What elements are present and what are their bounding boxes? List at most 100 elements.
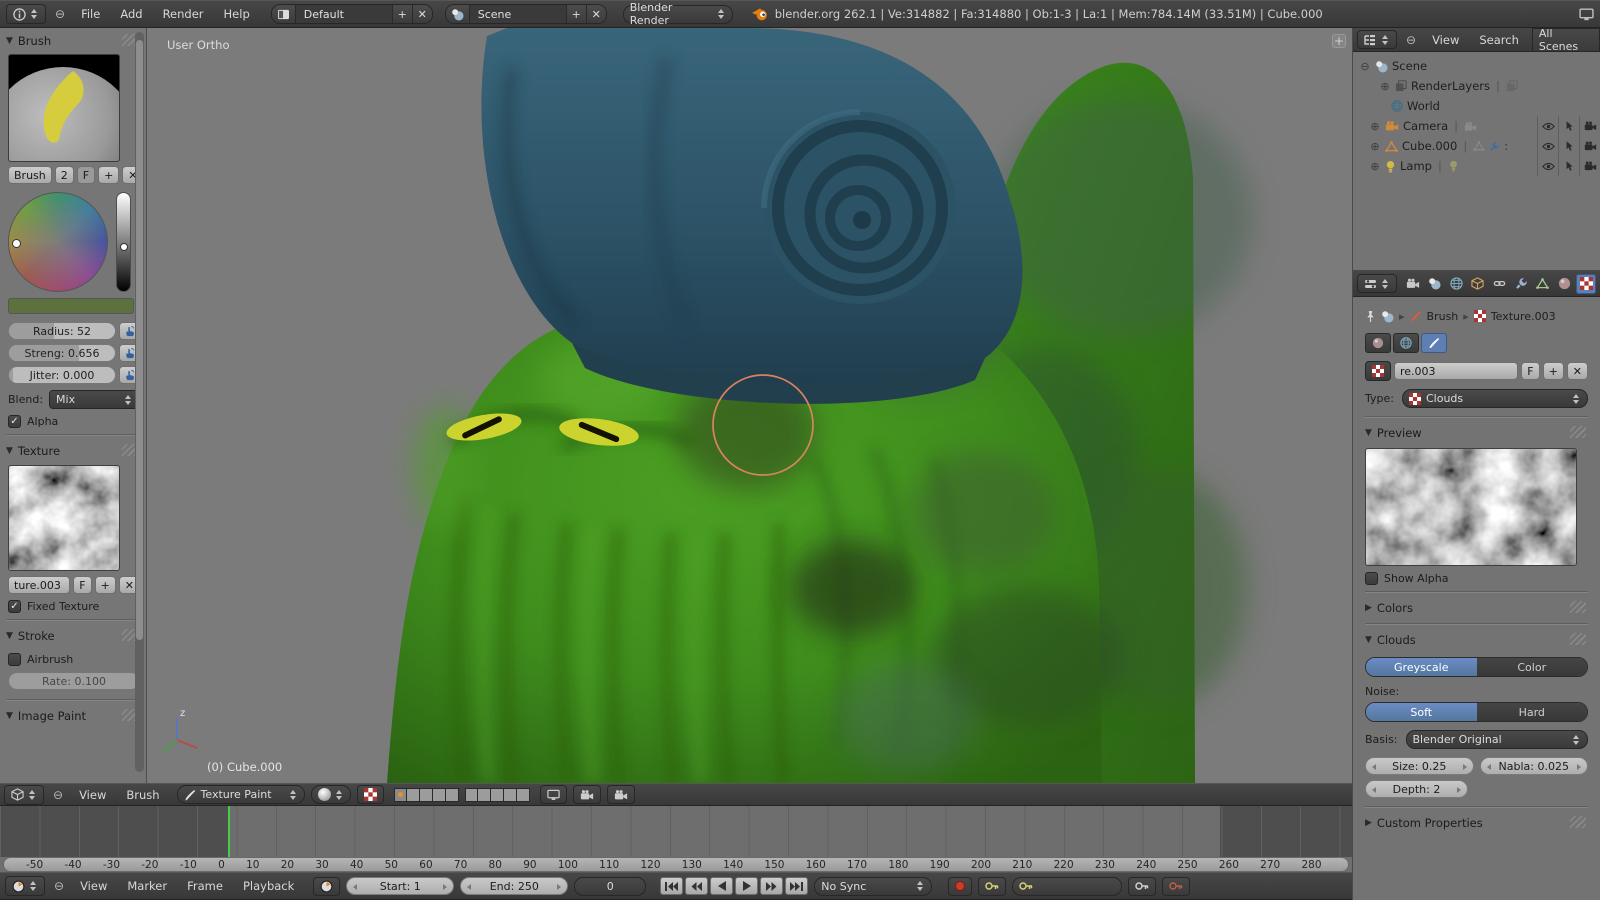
snap-element-button[interactable] (540, 785, 567, 804)
menu-brush[interactable]: Brush (119, 788, 166, 802)
collapse-menus-icon[interactable]: ⊖ (1403, 33, 1419, 47)
value-slider-cursor[interactable] (120, 243, 128, 251)
timeline-menu-marker[interactable]: Marker (120, 879, 174, 893)
visibility-toggle[interactable] (1537, 116, 1558, 136)
breadcrumb-texture[interactable]: Texture.003 (1491, 310, 1556, 323)
opengl-render-still-button[interactable] (573, 785, 601, 804)
texture-name-field[interactable]: ture.003 (8, 576, 70, 594)
brush-name-field[interactable]: Brush (8, 166, 52, 184)
timeline-frame-numbers[interactable]: -50-40-30-20-100102030405060708090100110… (3, 857, 1349, 872)
collapse-menus-icon[interactable]: ⊖ (50, 788, 66, 802)
show-alpha-checkbox[interactable] (1365, 572, 1378, 585)
add-texture-button[interactable]: + (95, 576, 116, 594)
menu-help[interactable]: Help (217, 7, 257, 21)
brush-color-swatch[interactable] (8, 298, 134, 314)
renderability-toggle[interactable] (1579, 156, 1600, 176)
use-preview-range-toggle[interactable] (313, 877, 340, 896)
visibility-toggle[interactable] (1537, 136, 1558, 156)
outliner-row-scene[interactable]: ⊖ Scene (1359, 56, 1600, 76)
pin-icon[interactable] (1365, 310, 1376, 323)
tab-modifiers[interactable] (1511, 274, 1531, 294)
add-layout-button[interactable]: + (392, 5, 412, 23)
stroke-panel-header[interactable]: ▼ Stroke (6, 627, 140, 645)
current-frame-field[interactable]: 0 (574, 877, 646, 896)
add-brush-button[interactable]: + (98, 166, 119, 184)
color-wheel[interactable] (8, 192, 108, 292)
noise-hard-toggle[interactable]: Hard (1477, 703, 1588, 721)
viewport-canvas[interactable]: z (147, 28, 1352, 783)
mode-selector[interactable]: Texture Paint (177, 785, 305, 804)
outliner-menu-view[interactable]: View (1425, 33, 1466, 47)
viewport-shading-selector[interactable] (311, 785, 351, 804)
editor-type-outliner-selector[interactable] (1357, 30, 1397, 49)
tool-shelf-scrollbar[interactable] (135, 32, 144, 772)
renderability-toggle[interactable] (1579, 136, 1600, 156)
texture-type-selector[interactable]: Clouds (1402, 389, 1588, 408)
auto-keyframe-record-button[interactable] (948, 877, 972, 896)
active-keying-set-field[interactable] (1012, 877, 1122, 896)
outliner-row-world[interactable]: World (1359, 96, 1600, 116)
blend-mode-selector[interactable]: Mix (49, 390, 140, 409)
custom-properties-panel-header[interactable]: ▶ Custom Properties (1365, 814, 1588, 832)
scene-selector[interactable]: Scene + ✕ (445, 4, 607, 24)
tab-constraints[interactable] (1490, 274, 1510, 294)
texture-id-icon-button[interactable] (1365, 361, 1391, 381)
jump-to-next-keyframe-button[interactable] (760, 877, 783, 895)
editor-type-3dview-selector[interactable] (4, 785, 44, 805)
texture-id-name-field[interactable]: re.003 (1394, 362, 1518, 380)
render-engine-selector[interactable]: Blender Render (623, 5, 733, 24)
texture-context-brush[interactable] (1421, 333, 1447, 353)
jitter-slider[interactable]: Jitter: 0.000 (8, 366, 116, 384)
collapse-menus-icon[interactable]: ⊖ (51, 879, 67, 893)
texture-fake-user-button[interactable]: F (1521, 362, 1539, 380)
expand-icon[interactable]: ⊕ (1379, 80, 1391, 93)
timeline-menu-playback[interactable]: Playback (236, 879, 301, 893)
brush-users-count[interactable]: 2 (55, 166, 74, 184)
brush-panel-header[interactable]: ▼ Brush (6, 32, 140, 50)
image-paint-panel-header[interactable]: ▼ Image Paint (6, 707, 140, 725)
add-texture-button[interactable]: + (1543, 362, 1564, 380)
tab-texture[interactable] (1576, 274, 1596, 294)
tab-world[interactable] (1446, 274, 1466, 294)
tab-object[interactable] (1468, 274, 1488, 294)
layers-widget[interactable] (394, 788, 530, 802)
clouds-panel-header[interactable]: ▼ Clouds (1365, 631, 1588, 649)
expand-icon[interactable]: ⊕ (1369, 120, 1381, 133)
noise-soft-toggle[interactable]: Soft (1366, 703, 1477, 721)
jump-to-start-button[interactable] (660, 877, 683, 895)
unlink-texture-button[interactable]: ✕ (1567, 362, 1588, 380)
screen-layout-selector[interactable]: Default + ✕ (271, 4, 433, 24)
outliner-row-camera[interactable]: ⊕ Camera | (1359, 116, 1600, 136)
opengl-render-anim-button[interactable] (607, 785, 635, 804)
depth-stepper[interactable]: Depth: 2 (1365, 780, 1468, 798)
window-duplicate-icon[interactable] (1579, 8, 1594, 21)
brush-preview[interactable] (8, 54, 120, 162)
menu-view[interactable]: View (72, 788, 113, 802)
insert-keyframe-button[interactable] (1128, 877, 1156, 896)
tab-material[interactable] (1555, 274, 1575, 294)
tab-object-data[interactable] (1533, 274, 1553, 294)
noise-basis-selector[interactable]: Blender Original (1406, 730, 1588, 749)
colors-panel-header[interactable]: ▶ Colors (1365, 599, 1588, 617)
timeline-menu-frame[interactable]: Frame (180, 879, 230, 893)
rate-slider[interactable]: Rate: 0.100 (8, 672, 140, 690)
tab-scene[interactable] (1425, 274, 1445, 294)
add-scene-button[interactable]: + (566, 5, 586, 23)
selectability-toggle[interactable] (1558, 136, 1579, 156)
texture-fake-user-button[interactable]: F (73, 576, 91, 594)
outliner-row-cube[interactable]: ⊕ Cube.000 | : (1359, 136, 1600, 156)
visibility-toggle[interactable] (1537, 156, 1558, 176)
outliner-menu-search[interactable]: Search (1472, 33, 1526, 47)
play-button[interactable] (735, 877, 758, 895)
frame-start-stepper[interactable]: Start: 1 (346, 877, 454, 895)
auto-keying-mode-button[interactable] (978, 877, 1006, 896)
texture-context-world[interactable] (1393, 333, 1419, 353)
preview-panel-header[interactable]: ▼ Preview (1365, 424, 1588, 442)
color-wheel-cursor[interactable] (12, 239, 21, 248)
menu-render[interactable]: Render (156, 7, 211, 21)
outliner-row-renderlayers[interactable]: ⊕ RenderLayers | (1359, 76, 1600, 96)
breadcrumb-brush[interactable]: Brush (1427, 310, 1459, 323)
tab-render[interactable] (1403, 274, 1423, 294)
expand-icon[interactable]: ⊕ (1369, 160, 1381, 173)
radius-slider[interactable]: Radius: 52 (8, 322, 116, 340)
